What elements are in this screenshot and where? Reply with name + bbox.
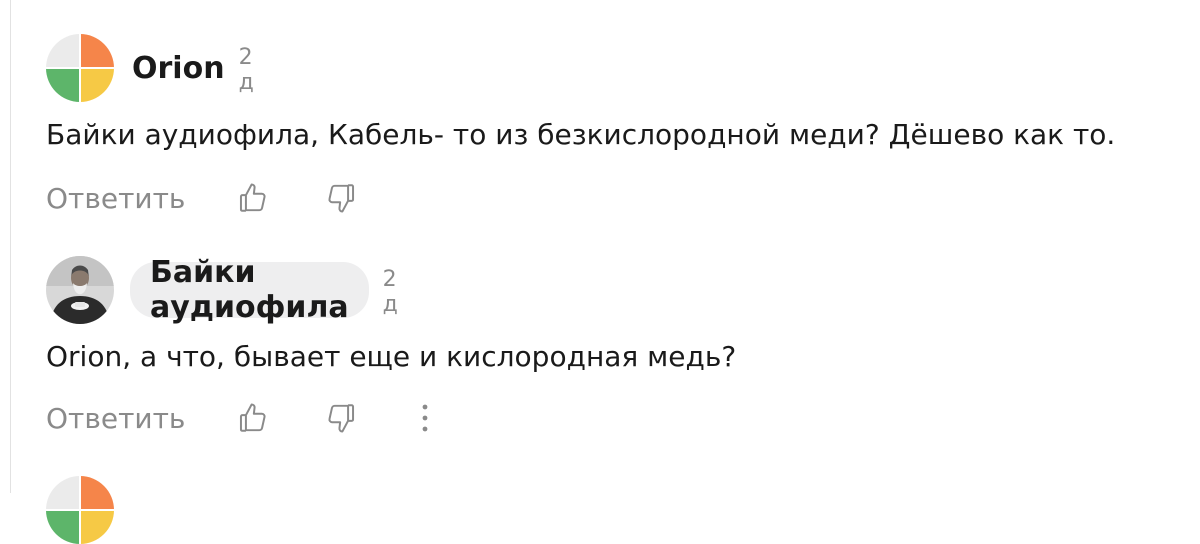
reply-button[interactable]: Ответить (46, 402, 185, 435)
thumbs-down-icon (328, 404, 355, 433)
avatar-next-partial[interactable] (46, 476, 114, 544)
author-chip[interactable]: Байки аудиофила (130, 255, 369, 325)
comment-actions: Ответить (46, 398, 445, 438)
four-color-quadrant-avatar-icon (46, 476, 114, 544)
comment-text: Orion, а что, бывает еще и кислородная м… (46, 340, 737, 373)
reply-button[interactable]: Ответить (46, 182, 185, 215)
more-options-button[interactable] (405, 398, 445, 438)
thumbs-down-icon (328, 184, 355, 213)
more-vertical-icon (423, 404, 428, 432)
author-name[interactable]: Orion (132, 51, 225, 86)
avatar-baiki[interactable] (46, 256, 114, 324)
avatar-orion[interactable] (46, 34, 114, 102)
comment-header: Байки аудиофила 2 д (46, 255, 398, 325)
comment-timestamp[interactable]: 2 д (239, 45, 254, 95)
like-button[interactable] (233, 398, 273, 438)
comment-header: Orion 2 д (46, 34, 254, 102)
comment-timestamp[interactable]: 2 д (383, 267, 398, 317)
like-button[interactable] (233, 178, 273, 218)
comment-actions: Ответить (46, 178, 361, 218)
thread-line (10, 0, 11, 493)
author-name: Байки аудиофила (150, 255, 349, 325)
comment-next-partial (46, 476, 114, 544)
comment-text: Байки аудиофила, Кабель- то из безкислор… (46, 118, 1116, 151)
comment-thread: Orion 2 д Байки аудиофила, Кабель- то из… (0, 0, 1200, 544)
four-color-quadrant-avatar-icon (46, 34, 114, 102)
thumbs-up-icon (240, 183, 266, 212)
dislike-button[interactable] (321, 178, 361, 218)
bearded-man-photo-avatar-icon (46, 256, 114, 324)
dislike-button[interactable] (321, 398, 361, 438)
thumbs-up-icon (240, 403, 266, 432)
